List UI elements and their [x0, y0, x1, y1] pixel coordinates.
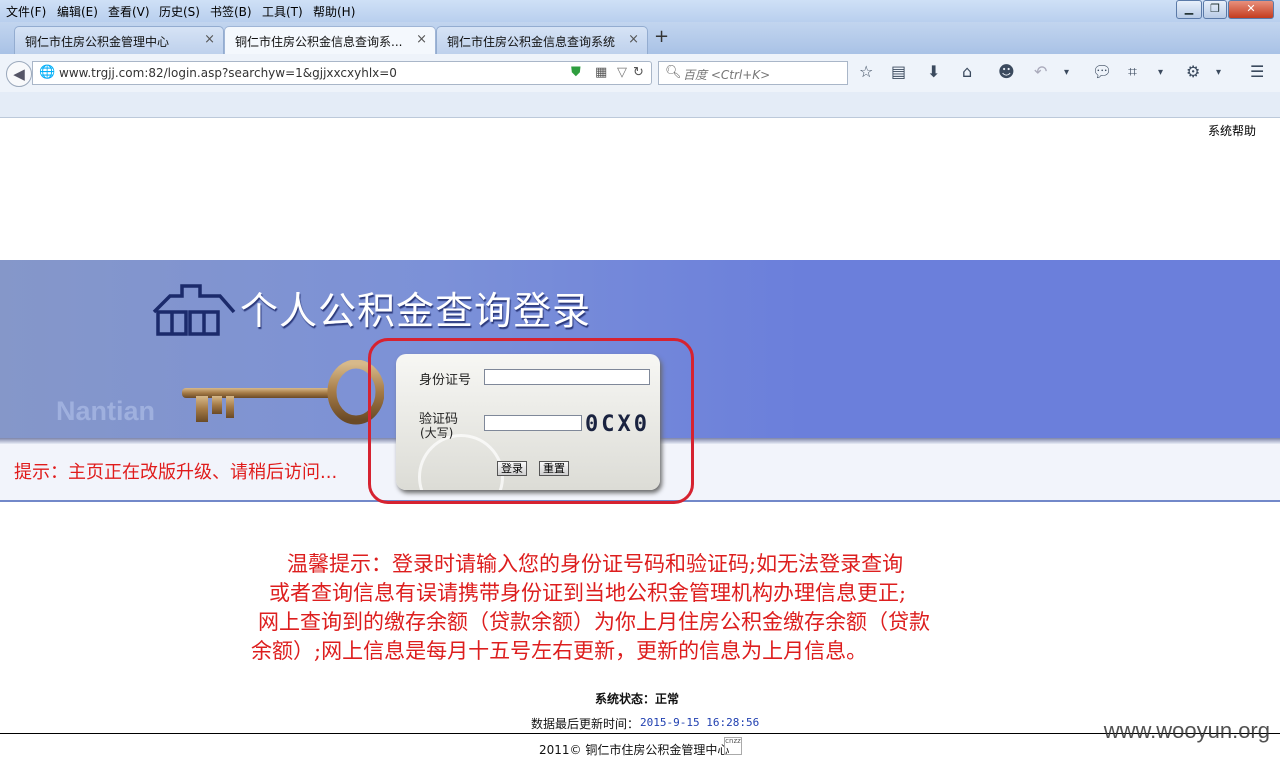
addon-dropdown-icon[interactable]: ▾	[1216, 67, 1221, 78]
house-logo-icon	[152, 284, 236, 336]
menu-file[interactable]: 文件(F)	[6, 3, 46, 20]
tab-home[interactable]: 铜仁市住房公积金管理中心 ×	[14, 26, 224, 55]
globe-icon: 🌐	[39, 65, 56, 80]
undo-icon[interactable]: ↶	[1034, 62, 1047, 81]
star-bookmark-icon[interactable]: ☆	[859, 62, 873, 81]
undo-dropdown-icon[interactable]: ▾	[1064, 67, 1069, 78]
maximize-icon[interactable]: ❐	[1203, 0, 1227, 19]
search-bar[interactable]: 🔍︎ 百度 <Ctrl+K>	[658, 61, 848, 85]
chat-icon[interactable]: ☻	[998, 62, 1015, 81]
key-icon	[182, 360, 384, 425]
tab-label: 铜仁市住房公积金信息查询系...	[235, 35, 403, 49]
new-tab-button[interactable]: +	[654, 26, 669, 47]
close-icon[interactable]: ×	[204, 32, 215, 47]
url-text[interactable]: www.trgjj.com:82/login.asp?searchyw=1&gj…	[59, 66, 397, 80]
search-icon: 🔍︎	[665, 65, 682, 80]
tab-strip: 铜仁市住房公积金管理中心 × 铜仁市住房公积金信息查询系... × 铜仁市住房公…	[0, 22, 1280, 55]
maintenance-hint: 提示：主页正在改版升级、请稍后访问...	[14, 462, 338, 483]
menu-view[interactable]: 查看(V)	[108, 3, 150, 20]
crop-icon[interactable]: ⌗	[1128, 62, 1137, 82]
tab-label: 铜仁市住房公积金信息查询系统	[447, 35, 616, 49]
brand-watermark: Nantian	[56, 396, 156, 426]
home-icon[interactable]: ⌂	[962, 62, 972, 81]
notice-line-4: 余额）;网上信息是每月十五号左右更新，更新的信息为上月信息。	[251, 639, 868, 663]
menu-help[interactable]: 帮助(H)	[313, 3, 355, 20]
dropdown-icon[interactable]: ▽	[617, 65, 627, 80]
shield-icon[interactable]: ⛊	[571, 65, 581, 80]
close-window-icon[interactable]: ✕	[1228, 0, 1274, 19]
tab-label: 铜仁市住房公积金管理中心	[25, 35, 170, 49]
stats-badge-icon[interactable]: cnzz	[724, 737, 742, 755]
page-title: 个人公积金查询登录	[240, 289, 592, 333]
bookmarks-toolbar	[0, 92, 1280, 118]
message-icon[interactable]: 💬︎	[1092, 62, 1112, 81]
qr-code-icon[interactable]: ▦	[595, 65, 607, 80]
last-update-time: 2015-9-15 16:28:56	[640, 716, 760, 729]
site-watermark: www.wooyun.org	[1103, 718, 1270, 743]
close-icon[interactable]: ×	[416, 32, 427, 47]
menu-bar: 文件(F) 编辑(E) 查看(V) 历史(S) 书签(B) 工具(T) 帮助(H…	[0, 0, 1280, 22]
menu-bookmarks[interactable]: 书签(B)	[210, 3, 252, 20]
system-status: 系统状态：正常	[595, 692, 680, 706]
back-arrow-icon[interactable]: ◀	[6, 61, 32, 87]
close-icon[interactable]: ×	[628, 32, 639, 47]
notice-line-1: 温馨提示：登录时请输入您的身份证号码和验证码;如无法登录查询	[287, 552, 904, 576]
address-bar[interactable]: 🌐 www.trgjj.com:82/login.asp?searchyw=1&…	[32, 61, 652, 85]
menu-history[interactable]: 历史(S)	[159, 3, 200, 20]
download-icon[interactable]: ⬇	[927, 62, 940, 81]
menu-edit[interactable]: 编辑(E)	[57, 3, 98, 20]
tab-query[interactable]: 铜仁市住房公积金信息查询系统 ×	[436, 26, 648, 55]
footer-copyright: 2011© 铜仁市住房公积金管理中心	[539, 743, 730, 757]
highlight-annotation	[368, 338, 694, 504]
notice-line-3: 网上查询到的缴存余额（贷款余额）为你上月住房公积金缴存余额（贷款	[258, 610, 930, 634]
crop-dropdown-icon[interactable]: ▾	[1158, 67, 1163, 78]
addon-icon[interactable]: ⚙	[1186, 62, 1200, 81]
system-help-link[interactable]: 系统帮助	[1208, 122, 1256, 139]
reload-icon[interactable]: ↻	[633, 65, 644, 80]
search-placeholder[interactable]: 百度 <Ctrl+K>	[683, 66, 770, 83]
notice-line-2: 或者查询信息有误请携带身份证到当地公积金管理机构办理信息更正;	[269, 581, 907, 605]
tab-login[interactable]: 铜仁市住房公积金信息查询系... ×	[224, 26, 436, 55]
footer-divider	[0, 733, 1280, 734]
reading-list-icon[interactable]: ▤	[891, 62, 906, 81]
hamburger-menu-icon[interactable]: ☰	[1250, 62, 1264, 81]
minimize-icon[interactable]: ▁	[1176, 0, 1202, 19]
menu-tools[interactable]: 工具(T)	[262, 3, 303, 20]
last-update-label: 数据最后更新时间：	[531, 717, 640, 731]
